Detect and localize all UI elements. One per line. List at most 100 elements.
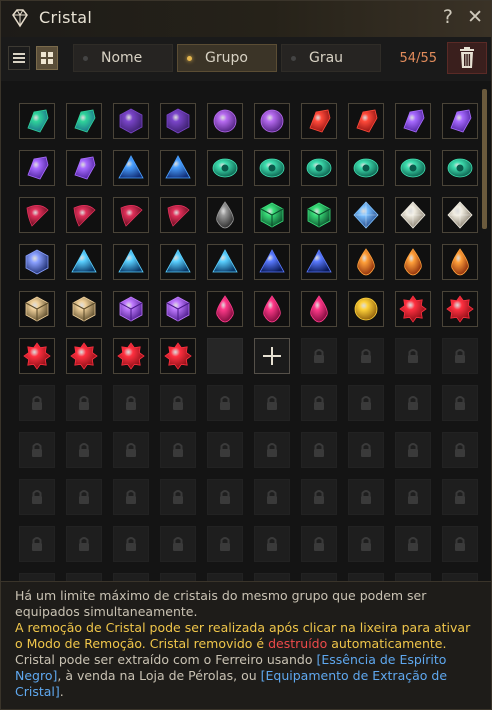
- locked-slot: [301, 432, 337, 468]
- locked-slot: [66, 385, 102, 421]
- ruby-gear-crystal-icon: [117, 342, 145, 370]
- cyan-pyramid-crystal[interactable]: [113, 244, 149, 280]
- violet-shard-crystal[interactable]: [395, 103, 431, 139]
- violet-shard-crystal[interactable]: [19, 150, 55, 186]
- indigo-hexagon-crystal-icon: [25, 249, 49, 275]
- locked-slot: [160, 385, 196, 421]
- close-button[interactable]: ✕: [467, 6, 483, 28]
- lock-icon: [361, 349, 371, 363]
- teal-eye-crystal[interactable]: [301, 150, 337, 186]
- teal-eye-crystal[interactable]: [395, 150, 431, 186]
- ruby-gear-crystal[interactable]: [113, 338, 149, 374]
- cyan-pyramid-crystal-icon: [71, 249, 97, 273]
- list-view-button[interactable]: [8, 46, 30, 70]
- crimson-fang-crystal[interactable]: [160, 197, 196, 233]
- lock-icon: [79, 490, 89, 504]
- locked-slot: [254, 573, 290, 581]
- teal-eye-crystal-icon: [259, 158, 285, 178]
- sort-tab-grade[interactable]: Grau: [281, 44, 381, 72]
- scrollbar[interactable]: [482, 89, 487, 229]
- cyan-pyramid-crystal[interactable]: [66, 244, 102, 280]
- crimson-fang-crystal-icon: [26, 205, 49, 227]
- orange-drop-crystal[interactable]: [442, 244, 478, 280]
- locked-slot: [113, 479, 149, 515]
- lock-icon: [173, 443, 183, 457]
- ruby-gear-crystal[interactable]: [442, 291, 478, 327]
- white-diamond-crystal[interactable]: [395, 197, 431, 233]
- ruby-gear-crystal[interactable]: [19, 338, 55, 374]
- sort-tab-label: Grau: [309, 50, 344, 66]
- blue-triangle-crystal[interactable]: [160, 150, 196, 186]
- removal-text: A remoção de Cristal pode ser realizada …: [15, 620, 360, 635]
- purple-hexagon-crystal[interactable]: [160, 103, 196, 139]
- title-bar[interactable]: Cristal ? ✕: [1, 1, 491, 38]
- magenta-drop-crystal[interactable]: [301, 291, 337, 327]
- violet-shard-crystal[interactable]: [442, 103, 478, 139]
- grid-icon: [41, 52, 53, 64]
- ruby-gear-crystal[interactable]: [160, 338, 196, 374]
- green-crystal[interactable]: [19, 103, 55, 139]
- emerald-cluster-crystal[interactable]: [254, 197, 290, 233]
- info-panel: Há um limite máximo de cristais do mesmo…: [1, 581, 491, 709]
- lock-icon: [267, 490, 277, 504]
- orange-drop-crystal[interactable]: [395, 244, 431, 280]
- locked-slot: [19, 573, 55, 581]
- crimson-fang-crystal[interactable]: [66, 197, 102, 233]
- emerald-cluster-crystal[interactable]: [301, 197, 337, 233]
- violet-cube-crystal[interactable]: [160, 291, 196, 327]
- cyan-pyramid-crystal[interactable]: [160, 244, 196, 280]
- ruby-gear-crystal[interactable]: [66, 338, 102, 374]
- amber-cross-crystal[interactable]: [66, 291, 102, 327]
- sort-tab-name[interactable]: Nome: [73, 44, 173, 72]
- indigo-hexagon-crystal[interactable]: [19, 244, 55, 280]
- lock-icon: [267, 443, 277, 457]
- purple-hexagon-crystal[interactable]: [113, 103, 149, 139]
- lock-icon: [408, 490, 418, 504]
- lock-icon: [79, 537, 89, 551]
- teal-eye-crystal[interactable]: [348, 150, 384, 186]
- blue-triangle-crystal[interactable]: [113, 150, 149, 186]
- blue-diamond-crystal[interactable]: [348, 197, 384, 233]
- empty-slot[interactable]: [207, 338, 243, 374]
- crimson-fang-crystal[interactable]: [113, 197, 149, 233]
- teal-eye-crystal-icon: [306, 158, 332, 178]
- trash-button[interactable]: [447, 42, 487, 74]
- amber-cross-crystal[interactable]: [19, 291, 55, 327]
- red-shard-crystal[interactable]: [348, 103, 384, 139]
- sort-tab-group[interactable]: Grupo: [177, 44, 277, 72]
- orange-drop-crystal[interactable]: [348, 244, 384, 280]
- golden-sun-crystal[interactable]: [348, 291, 384, 327]
- purple-orb-crystal[interactable]: [207, 103, 243, 139]
- lock-icon: [173, 537, 183, 551]
- teal-eye-crystal[interactable]: [254, 150, 290, 186]
- lock-icon: [314, 396, 324, 410]
- violet-cube-crystal[interactable]: [113, 291, 149, 327]
- trash-highlight: lixeira: [359, 620, 398, 635]
- grid-view-button[interactable]: [36, 46, 58, 70]
- crimson-fang-crystal[interactable]: [19, 197, 55, 233]
- ruby-gear-crystal[interactable]: [395, 291, 431, 327]
- red-shard-crystal[interactable]: [301, 103, 337, 139]
- green-crystal[interactable]: [66, 103, 102, 139]
- white-diamond-crystal[interactable]: [442, 197, 478, 233]
- red-shard-crystal-icon: [309, 109, 331, 133]
- locked-slot: [254, 432, 290, 468]
- locked-slot: [442, 526, 478, 562]
- teal-eye-crystal[interactable]: [207, 150, 243, 186]
- magenta-drop-crystal[interactable]: [207, 291, 243, 327]
- ruby-gear-crystal-icon: [70, 342, 98, 370]
- navy-pyramid-crystal[interactable]: [301, 244, 337, 280]
- lock-icon: [220, 396, 230, 410]
- dark-drop-crystal[interactable]: [207, 197, 243, 233]
- violet-shard-crystal[interactable]: [66, 150, 102, 186]
- teal-eye-crystal[interactable]: [442, 150, 478, 186]
- navy-pyramid-crystal[interactable]: [254, 244, 290, 280]
- purple-orb-crystal[interactable]: [254, 103, 290, 139]
- locked-slot: [113, 432, 149, 468]
- lock-icon: [173, 490, 183, 504]
- cyan-pyramid-crystal[interactable]: [207, 244, 243, 280]
- add-slot-button[interactable]: [254, 338, 290, 374]
- help-button[interactable]: ?: [443, 6, 453, 28]
- violet-shard-crystal-icon: [450, 109, 472, 133]
- magenta-drop-crystal[interactable]: [254, 291, 290, 327]
